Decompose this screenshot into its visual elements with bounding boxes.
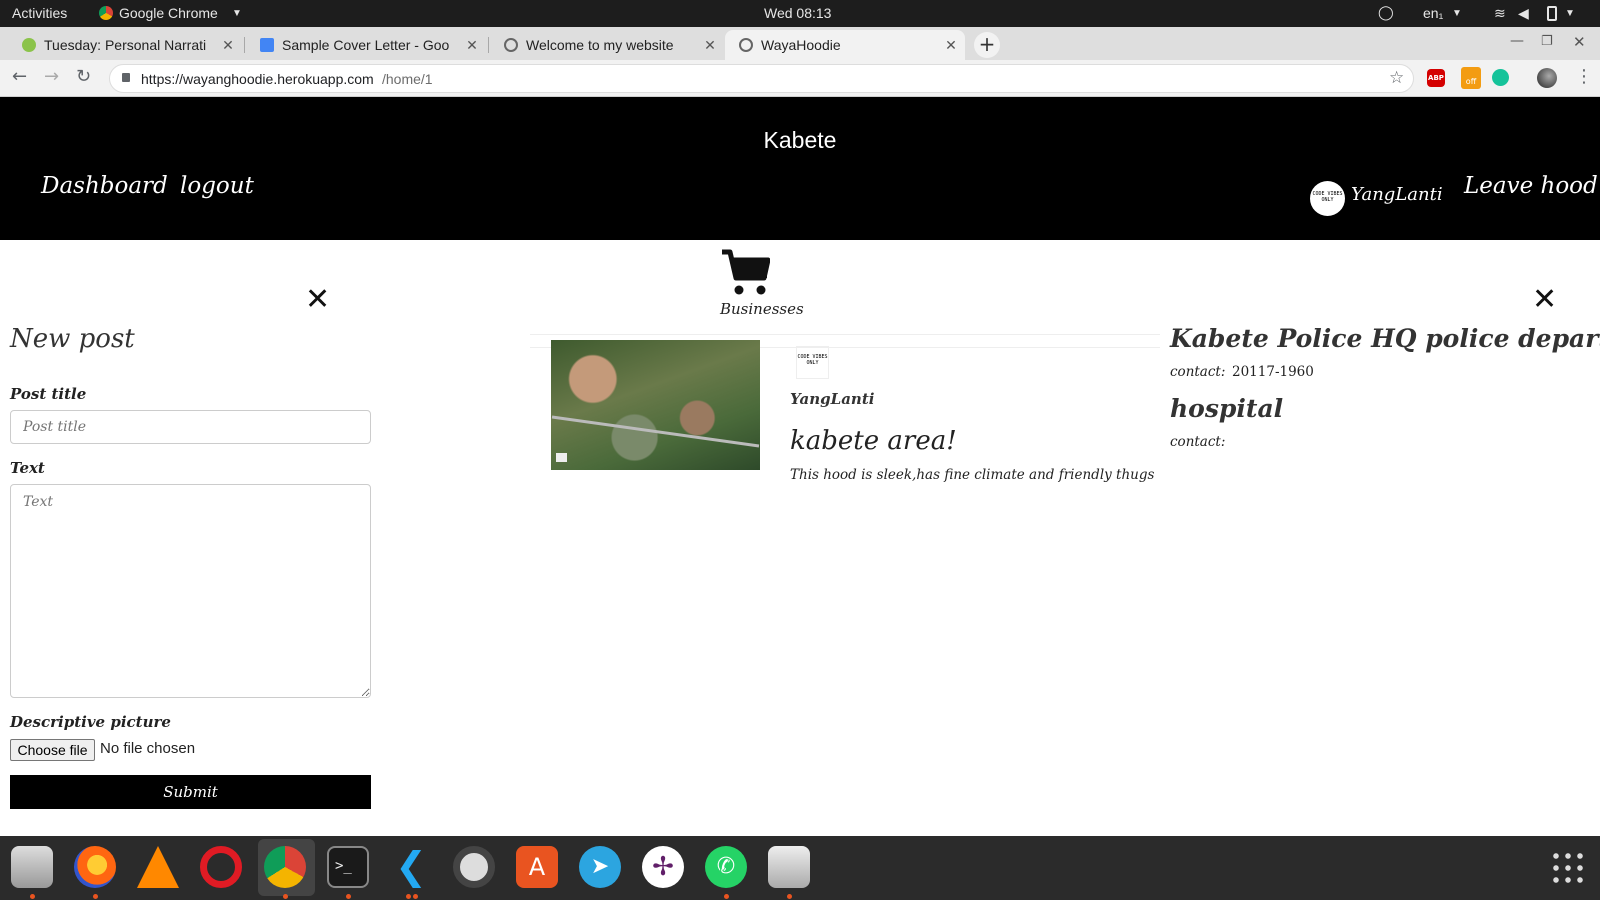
post-title-input[interactable] xyxy=(10,410,371,444)
minimize-window-button[interactable]: — xyxy=(1510,33,1524,49)
files-icon[interactable] xyxy=(11,846,53,888)
battery-icon[interactable] xyxy=(1547,6,1557,21)
close-tab-icon[interactable]: ✕ xyxy=(218,37,238,54)
chevron-down-icon: ▼ xyxy=(1452,8,1462,19)
close-icon[interactable]: ✕ xyxy=(305,282,330,317)
close-window-button[interactable]: ✕ xyxy=(1573,33,1586,51)
text-input[interactable] xyxy=(10,484,371,698)
browser-toolbar: ← → ↻ https://wayanghoodie.herokuapp.com… xyxy=(0,60,1600,97)
picture-label: Descriptive picture xyxy=(10,713,171,731)
whatsapp-tray-icon[interactable]: ◯ xyxy=(1378,4,1394,21)
close-tab-icon[interactable]: ✕ xyxy=(700,37,720,54)
terminal-icon[interactable]: >_ xyxy=(327,846,369,888)
form-title: New post xyxy=(10,324,135,354)
restore-window-button[interactable]: ❐ xyxy=(1541,34,1553,49)
tab-cover-letter[interactable]: Sample Cover Letter - Goo ✕ xyxy=(246,30,486,60)
bookmark-star-icon[interactable]: ☆ xyxy=(1389,68,1404,88)
new-post-panel: ✕ New post Post title Text Descriptive p… xyxy=(0,240,390,836)
scanner-icon[interactable] xyxy=(768,846,810,888)
forward-icon[interactable]: → xyxy=(44,66,59,87)
telegram-icon[interactable]: ➤ xyxy=(579,846,621,888)
department-contact-label: contact: xyxy=(1170,434,1226,450)
chevron-down-icon: ▼ xyxy=(232,8,242,19)
new-tab-button[interactable]: + xyxy=(974,32,1000,58)
tab-wayahoodie[interactable]: WayaHoodie ✕ xyxy=(725,30,965,60)
close-tab-icon[interactable]: ✕ xyxy=(462,37,482,54)
vlc-icon[interactable] xyxy=(137,846,179,888)
site-header: Kabete Dashboard logout CODE VIBES ONLY … xyxy=(0,97,1600,240)
department-contact-label: contact: xyxy=(1170,364,1226,380)
close-tab-icon[interactable]: ✕ xyxy=(941,37,961,54)
choose-file-button[interactable]: Choose file xyxy=(10,739,95,761)
speaker-app-icon[interactable] xyxy=(453,846,495,888)
url-host: https://wayanghoodie.herokuapp.com xyxy=(141,71,374,87)
businesses-link[interactable]: Businesses xyxy=(700,248,820,318)
tab-personal-narrative[interactable]: Tuesday: Personal Narrati ✕ xyxy=(8,30,242,60)
post-body: This hood is sleek,has fine climate and … xyxy=(790,467,1155,483)
hood-name: Kabete xyxy=(763,127,837,153)
url-path: /home/1 xyxy=(382,71,433,87)
department-contact: 20117-1960 xyxy=(1232,364,1314,380)
vscode-icon[interactable]: ❮ xyxy=(390,846,432,888)
tab-strip: Tuesday: Personal Narrati ✕ Sample Cover… xyxy=(0,27,1600,60)
author-avatar[interactable]: CODE VIBES ONLY xyxy=(796,346,829,379)
volume-icon[interactable]: ◀ xyxy=(1518,5,1529,22)
close-icon[interactable]: ✕ xyxy=(1532,282,1557,317)
profile-avatar[interactable] xyxy=(1537,68,1557,88)
chrome-dock-icon[interactable] xyxy=(264,846,306,888)
lock-icon xyxy=(122,73,130,82)
system-top-bar: Activities Google Chrome ▼ Wed 08:13 ◯ e… xyxy=(0,0,1600,27)
adblock-extension-icon[interactable]: ABP xyxy=(1427,69,1445,87)
shopping-cart-icon xyxy=(722,249,770,295)
department-name: Kabete Police HQ police department xyxy=(1170,324,1600,353)
plant-icon xyxy=(22,38,36,52)
activities-button[interactable]: Activities xyxy=(12,5,67,21)
image-thumbnail-icon xyxy=(556,453,567,462)
menu-dots-icon[interactable]: ⋮ xyxy=(1575,66,1593,87)
chrome-icon xyxy=(99,6,113,20)
app-grid-icon[interactable] xyxy=(1550,850,1584,884)
software-center-icon[interactable]: A xyxy=(516,846,558,888)
leave-hood-link[interactable]: Leave hood xyxy=(1464,173,1598,199)
globe-icon xyxy=(739,38,753,52)
address-bar[interactable]: https://wayanghoodie.herokuapp.com /home… xyxy=(109,64,1414,93)
businesses-label: Businesses xyxy=(720,300,804,318)
app-menu[interactable]: Google Chrome xyxy=(119,5,218,21)
avatar[interactable]: CODE VIBES ONLY xyxy=(1310,181,1345,216)
firefox-icon[interactable] xyxy=(74,846,116,888)
hood-map-image xyxy=(551,340,760,470)
file-status: No file chosen xyxy=(100,740,196,757)
whatsapp-icon[interactable]: ✆ xyxy=(705,846,747,888)
docs-icon xyxy=(260,38,274,52)
nav-dashboard-link[interactable]: Dashboard xyxy=(41,173,168,199)
globe-icon xyxy=(504,38,518,52)
post-title: kabete area! xyxy=(790,426,957,456)
grammarly-extension-icon[interactable] xyxy=(1492,69,1509,86)
back-icon[interactable]: ← xyxy=(12,66,27,87)
nav-logout-link[interactable]: logout xyxy=(180,173,254,199)
opera-icon[interactable] xyxy=(200,846,242,888)
department-name: hospital xyxy=(1170,394,1284,423)
wifi-icon[interactable]: ≋ xyxy=(1494,5,1506,22)
dock: >_ ❮ A ➤ ✢ ✆ xyxy=(0,836,1600,900)
post-title-label: Post title xyxy=(10,385,87,403)
username-link[interactable]: YangLanti xyxy=(1351,184,1443,205)
reload-icon[interactable]: ↻ xyxy=(76,66,91,87)
language-indicator[interactable]: en₁ xyxy=(1423,5,1443,21)
coupon-extension-icon[interactable]: off xyxy=(1461,67,1481,89)
departments-panel: ✕ Kabete Police HQ police department con… xyxy=(1160,240,1600,836)
post-author[interactable]: YangLanti xyxy=(790,390,874,408)
chevron-down-icon: ▼ xyxy=(1565,8,1575,19)
tab-welcome-website[interactable]: Welcome to my website ✕ xyxy=(490,30,724,60)
text-label: Text xyxy=(10,459,45,477)
submit-button[interactable]: Submit xyxy=(10,775,371,809)
slack-icon[interactable]: ✢ xyxy=(642,846,684,888)
clock[interactable]: Wed 08:13 xyxy=(764,5,831,21)
